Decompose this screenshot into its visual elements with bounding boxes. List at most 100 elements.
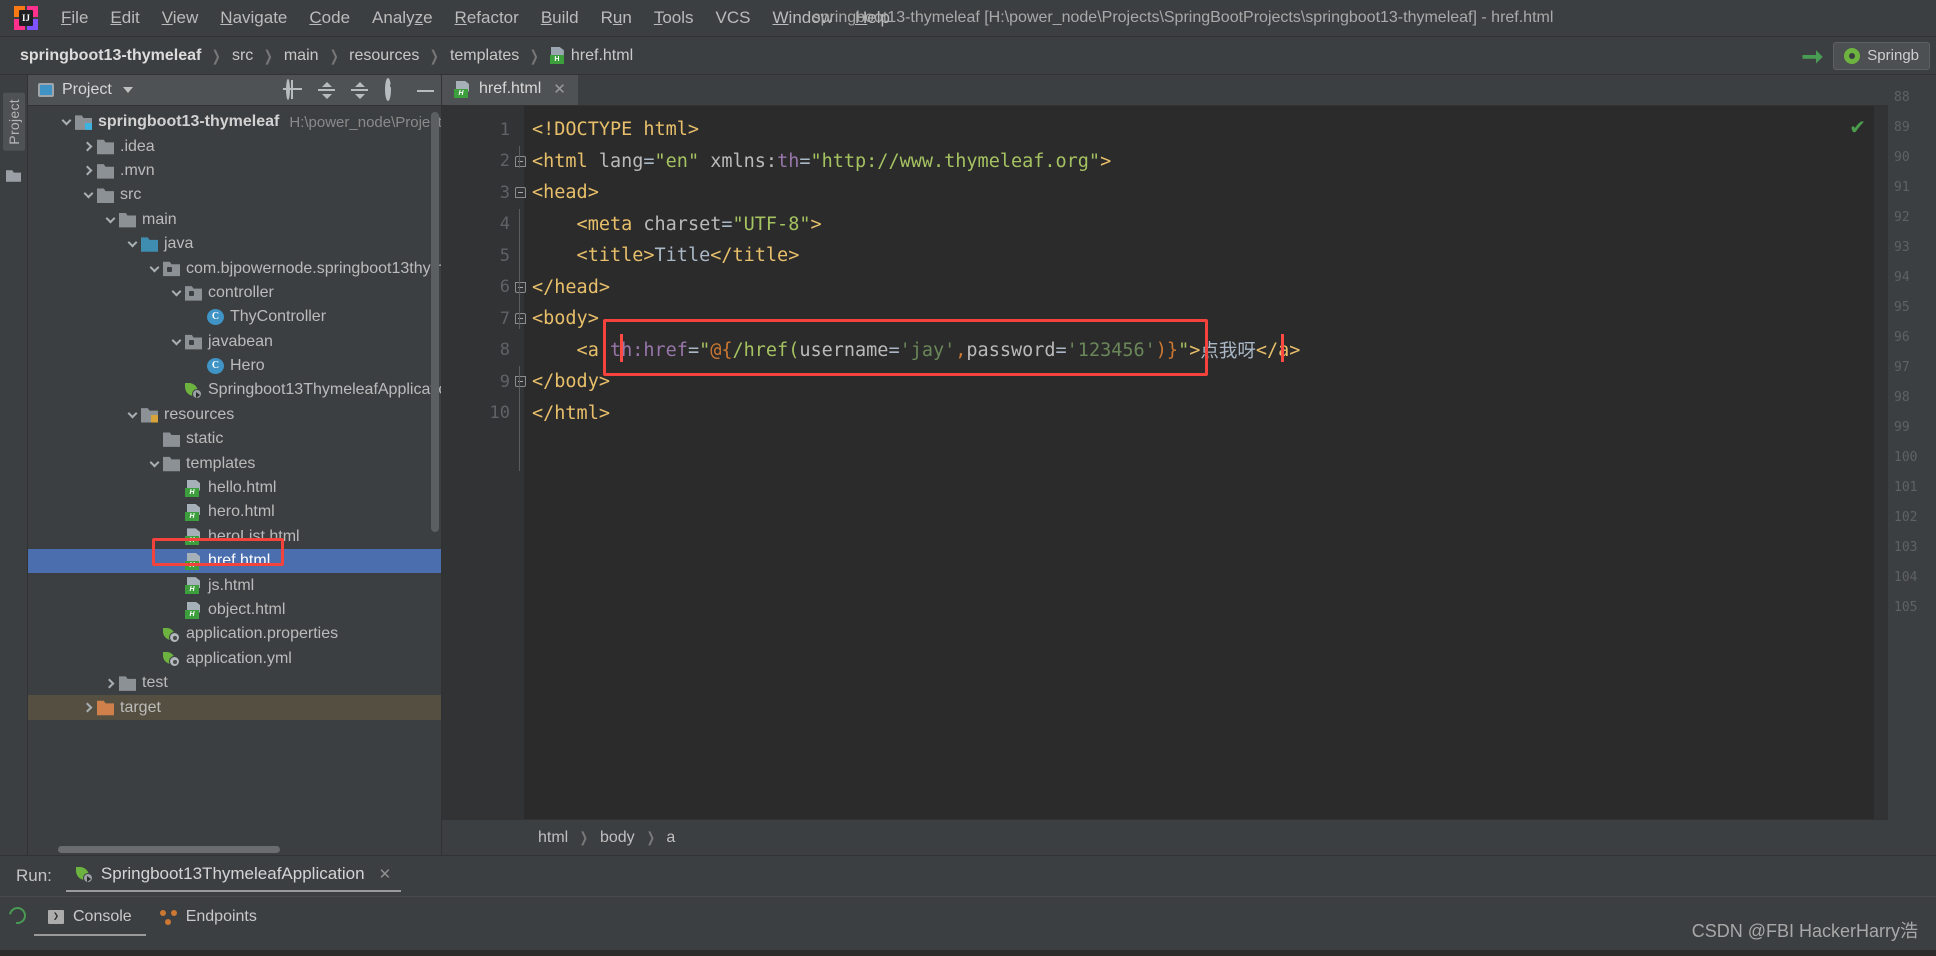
menu-help[interactable]: Help — [844, 5, 901, 31]
expand-all-icon[interactable] — [317, 81, 336, 100]
menu-analyze[interactable]: Analyze — [361, 5, 444, 31]
tree-item-templates[interactable]: templates — [28, 451, 441, 475]
twisty-down-icon[interactable] — [102, 213, 119, 224]
menu-code[interactable]: Code — [298, 5, 361, 31]
project-panel-title-group[interactable]: Project — [38, 81, 133, 99]
gear-icon[interactable] — [383, 77, 402, 101]
code-editor[interactable]: 1 2 3 4 5 6 7 8 9 10 <!DOCTYPE html> <ht… — [442, 106, 1888, 819]
tree-item-src[interactable]: src — [28, 183, 441, 207]
twisty-down-icon[interactable] — [168, 286, 185, 297]
menu-tools[interactable]: Tools — [643, 5, 705, 31]
menu-navigate[interactable]: Navigate — [209, 5, 298, 31]
twisty-down-icon[interactable] — [124, 237, 141, 248]
run-panel-label: Run: — [16, 866, 52, 885]
run-subtab-endpoints[interactable]: Endpoints — [146, 903, 271, 934]
twisty-down-icon[interactable] — [146, 457, 163, 468]
twisty-down-icon[interactable] — [124, 408, 141, 419]
breadcrumb-main[interactable]: main — [280, 45, 323, 67]
status-crumb-body[interactable]: body — [600, 829, 635, 847]
twisty-right-icon[interactable] — [80, 166, 97, 176]
tree-item-application-yml[interactable]: application.yml — [28, 647, 441, 671]
run-configuration-selector[interactable]: Springb — [1833, 41, 1930, 70]
editor-right-gutter — [1874, 106, 1888, 819]
twisty-down-icon[interactable] — [146, 262, 163, 272]
folder-icon[interactable] — [6, 170, 21, 182]
tree-item-controller[interactable]: controller — [28, 281, 441, 305]
tree-item-href-html[interactable]: H href.html — [28, 549, 441, 574]
tree-item-package-root[interactable]: com.bjpowernode.springboot13thymele — [28, 256, 441, 280]
tree-item-js-html[interactable]: H js.html — [28, 573, 441, 597]
tree-item-test[interactable]: test — [28, 671, 441, 695]
tree-item-object-html[interactable]: H object.html — [28, 598, 441, 622]
twisty-down-icon[interactable] — [80, 188, 97, 199]
locate-icon[interactable] — [284, 78, 303, 100]
code-line-8: <a th:href = " @{/href(username ='jay', passw… — [524, 335, 1874, 367]
tree-item-springboot-application[interactable]: Springboot13ThymeleafApplication — [28, 378, 441, 402]
html-file-icon: H — [185, 528, 202, 546]
intention-bulb-icon[interactable] — [462, 341, 477, 360]
close-icon[interactable]: ✕ — [553, 80, 566, 98]
close-icon[interactable]: ✕ — [379, 865, 392, 883]
menu-window[interactable]: Window — [762, 5, 844, 31]
breadcrumb-project[interactable]: springboot13-thymeleaf — [16, 45, 205, 67]
minimap-mark: 99 — [1894, 420, 1910, 435]
editor-minimap-column[interactable]: 88 89 90 91 92 93 94 95 96 97 98 99 100 … — [1888, 75, 1936, 855]
run-subtab-console[interactable]: ❯ Console — [34, 903, 146, 936]
minimap-mark: 97 — [1894, 360, 1910, 375]
tree-item-label: application.yml — [186, 649, 292, 667]
editor-tab-href-html[interactable]: H href.html ✕ — [442, 75, 578, 105]
tree-item-resources[interactable]: resources — [28, 403, 441, 427]
hide-panel-icon[interactable] — [416, 81, 435, 100]
tree-item-springboot13-thymeleaf[interactable]: springboot13-thymeleaf H:\power_node\Pro… — [28, 110, 441, 134]
inspection-ok-icon[interactable]: ✔ — [1849, 118, 1866, 138]
tree-item-mvn[interactable]: .mvn — [28, 159, 441, 183]
run-tab-springboot-application[interactable]: Springboot13ThymeleafApplication ✕ — [65, 860, 402, 892]
chevron-down-icon[interactable] — [122, 87, 133, 93]
twisty-down-icon[interactable] — [168, 335, 185, 346]
tree-item-main[interactable]: main — [28, 208, 441, 232]
tree-item-javabean[interactable]: javabean — [28, 330, 441, 354]
menu-vcs[interactable]: VCS — [705, 5, 762, 31]
tree-item-application-properties[interactable]: application.properties — [28, 622, 441, 646]
tree-item-java[interactable]: java — [28, 232, 441, 256]
menu-build[interactable]: Build — [530, 5, 590, 31]
menu-refactor[interactable]: Refactor — [444, 5, 530, 31]
menu-edit[interactable]: Edit — [99, 5, 150, 31]
tree-item-hello-html[interactable]: H hello.html — [28, 476, 441, 500]
tree-item-herolist-html[interactable]: H heroList.html — [28, 525, 441, 549]
project-tree-scrollbar[interactable] — [431, 112, 439, 532]
module-folder-icon — [75, 115, 92, 130]
tree-item-target[interactable]: target — [28, 695, 441, 720]
twisty-right-icon[interactable] — [80, 141, 97, 152]
tree-item-hero[interactable]: C Hero — [28, 354, 441, 378]
tree-item-idea[interactable]: .idea — [28, 134, 441, 158]
menu-file[interactable]: File — [50, 5, 99, 31]
tree-item-hero-html[interactable]: H hero.html — [28, 500, 441, 524]
html-file-icon: H — [454, 80, 471, 98]
rerun-icon[interactable] — [0, 903, 34, 928]
twisty-down-icon[interactable] — [58, 115, 75, 126]
code-content[interactable]: <!DOCTYPE html> <html lang = "en" xmlns: th… — [524, 106, 1874, 819]
status-crumb-html[interactable]: html — [538, 829, 568, 847]
breadcrumb-file[interactable]: href.html — [546, 45, 637, 67]
back-arrow-icon[interactable]: ➞ — [1802, 43, 1824, 69]
minimap-mark: 101 — [1894, 480, 1918, 495]
tree-item-label: ThyController — [230, 308, 327, 326]
project-tree-hscrollbar[interactable] — [58, 846, 280, 853]
breadcrumb-resources[interactable]: resources — [345, 45, 423, 67]
twisty-right-icon[interactable] — [102, 678, 119, 689]
breadcrumb-templates[interactable]: templates — [446, 45, 523, 67]
text-caret-left — [620, 334, 623, 362]
collapse-all-icon[interactable] — [350, 81, 369, 100]
menu-run[interactable]: Run — [590, 5, 643, 31]
breadcrumb-src[interactable]: src — [228, 45, 257, 67]
tool-window-button-project[interactable]: Project — [2, 93, 25, 151]
menu-view[interactable]: View — [151, 5, 210, 31]
tree-item-static[interactable]: static — [28, 427, 441, 451]
source-folder-icon — [141, 237, 158, 252]
tree-item-thycontroller[interactable]: C ThyController — [28, 305, 441, 329]
run-configuration-label: Springb — [1867, 47, 1919, 64]
main-area: Project Project springboot13-thymeleaf H… — [0, 75, 1936, 855]
twisty-right-icon[interactable] — [80, 702, 97, 713]
status-crumb-a[interactable]: a — [666, 829, 675, 847]
